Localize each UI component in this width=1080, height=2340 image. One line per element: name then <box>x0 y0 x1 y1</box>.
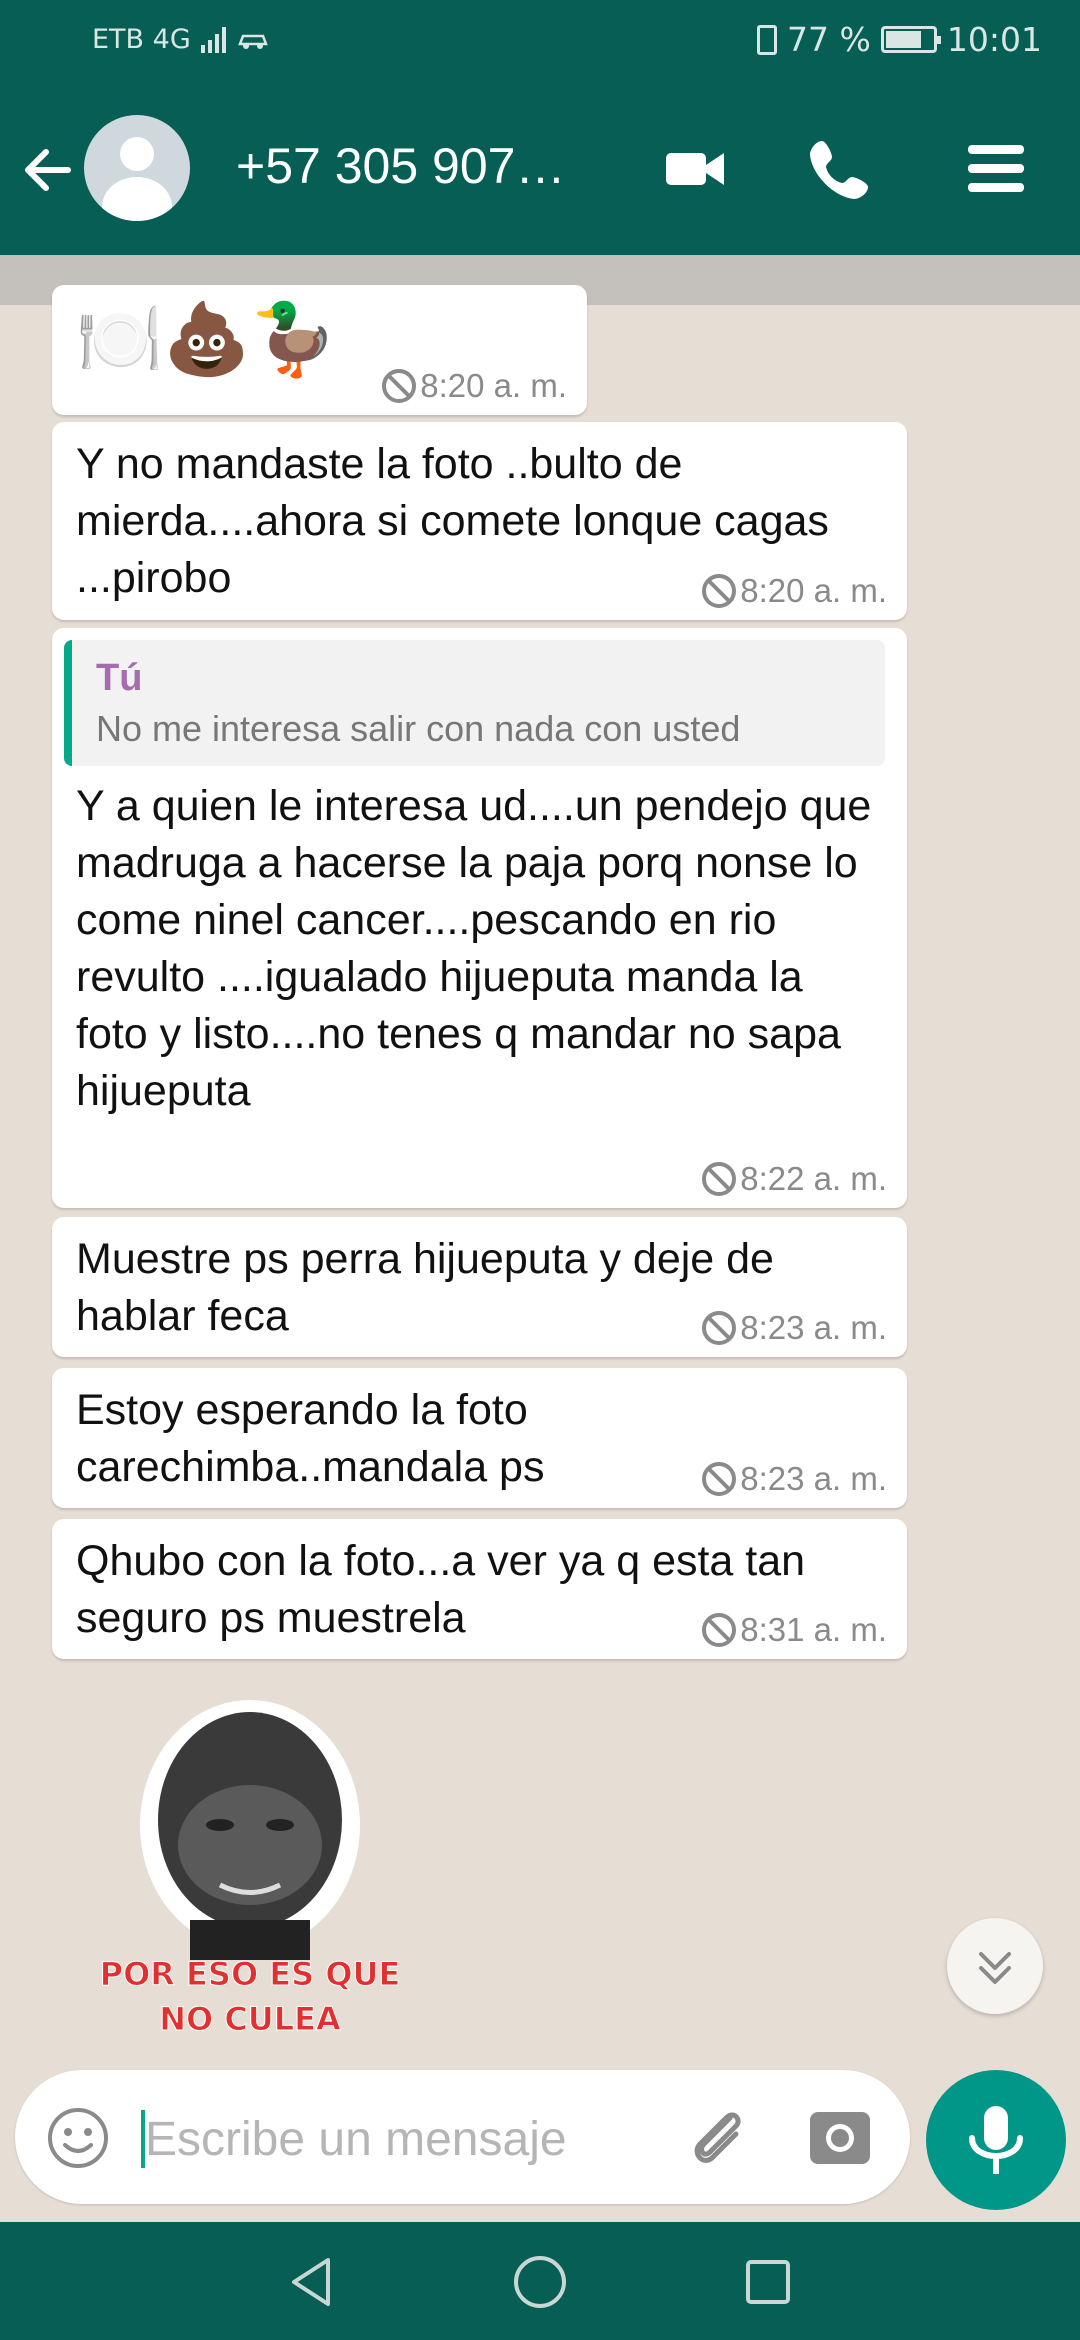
phone-icon[interactable] <box>804 133 876 205</box>
message-bubble[interactable]: Tú No me interesa salir con nada con ust… <box>52 628 907 1208</box>
message-bubble[interactable]: 🍽️💩🦆 8:20 a. m. <box>52 285 587 415</box>
message-time: 8:31 a. m. <box>740 1611 887 1648</box>
battery-icon <box>880 26 941 53</box>
car-mode-icon <box>237 34 268 49</box>
carrier-label: ETB 4G <box>92 24 191 55</box>
message-time: 8:22 a. m. <box>740 1160 887 1197</box>
emoji-icon[interactable] <box>45 2105 111 2171</box>
chat-area[interactable]: 🍽️💩🦆 8:20 a. m. Y no mandaste la foto ..… <box>0 255 1080 2070</box>
message-composer[interactable]: Escribe un mensaje <box>15 2070 910 2204</box>
deleted-icon <box>702 1462 737 1496</box>
system-nav-bar <box>0 2222 1080 2340</box>
message-time: 8:23 a. m. <box>740 1309 887 1346</box>
quote-author: Tú <box>96 657 143 699</box>
battery-percent: 77 % <box>787 20 871 59</box>
status-bar: ETB 4G 77 % 10:01 <box>0 0 1080 85</box>
chat-header: +57 305 907… <box>0 85 1080 255</box>
menu-icon[interactable] <box>960 133 1032 205</box>
message-bubble[interactable]: Estoy esperando la foto carechimba..mand… <box>52 1368 907 1508</box>
sticker-text-line1: POR ESO ES QUE <box>100 1955 401 1993</box>
message-meta: 8:23 a. m. <box>700 1309 887 1347</box>
deleted-icon <box>702 574 737 608</box>
deleted-icon <box>382 369 417 403</box>
microphone-icon <box>969 2106 1023 2174</box>
quoted-message[interactable]: Tú No me interesa salir con nada con ust… <box>64 640 885 766</box>
camera-icon[interactable] <box>805 2102 875 2172</box>
message-input[interactable]: Escribe un mensaje <box>145 2112 567 2167</box>
sticker[interactable]: POR ESO ES QUE NO CULEA <box>80 1695 420 2055</box>
sticker-text-line2: NO CULEA <box>159 2000 341 2038</box>
arrow-left-icon[interactable] <box>18 140 78 200</box>
signal-icon <box>200 26 226 53</box>
message-meta: 8:31 a. m. <box>700 1611 887 1649</box>
status-right: 77 % 10:01 <box>757 20 1042 59</box>
message-text: Y a quien le interesa ud....un pendejo q… <box>76 782 872 1115</box>
message-meta: 8:22 a. m. <box>700 1160 887 1198</box>
deleted-icon <box>702 1162 737 1196</box>
message-bubble[interactable]: Y no mandaste la foto ..bulto de mierda.… <box>52 422 907 620</box>
nav-home-icon[interactable] <box>510 2252 570 2312</box>
message-time: 8:23 a. m. <box>740 1460 887 1497</box>
message-text: Estoy esperando la foto carechimba..mand… <box>76 1386 545 1491</box>
deleted-icon <box>702 1613 737 1647</box>
deleted-icon <box>702 1311 737 1345</box>
chevron-double-down-icon <box>979 1952 1011 1984</box>
voice-record-button[interactable] <box>926 2070 1066 2210</box>
avatar[interactable] <box>84 115 190 221</box>
message-time: 8:20 a. m. <box>740 572 887 609</box>
attach-icon[interactable] <box>678 2098 758 2178</box>
contact-name[interactable]: +57 305 907… <box>236 137 565 195</box>
vibrate-icon <box>757 24 778 55</box>
video-camera-icon[interactable] <box>660 133 732 205</box>
nav-back-icon[interactable] <box>282 2252 342 2312</box>
message-bubble[interactable]: Muestre ps perra hijueputa y deje de hab… <box>52 1217 907 1357</box>
message-meta: 8:20 a. m. <box>380 367 567 405</box>
message-time: 8:20 a. m. <box>420 367 567 404</box>
quote-text: No me interesa salir con nada con usted <box>96 708 741 749</box>
scroll-to-bottom-button[interactable] <box>947 1918 1043 2014</box>
message-meta: 8:20 a. m. <box>700 572 887 610</box>
clock: 10:01 <box>946 20 1042 59</box>
message-meta: 8:23 a. m. <box>700 1460 887 1498</box>
nav-recents-icon[interactable] <box>738 2252 798 2312</box>
status-left: ETB 4G <box>92 24 270 55</box>
message-bubble[interactable]: Qhubo con la foto...a ver ya q esta tan … <box>52 1519 907 1659</box>
